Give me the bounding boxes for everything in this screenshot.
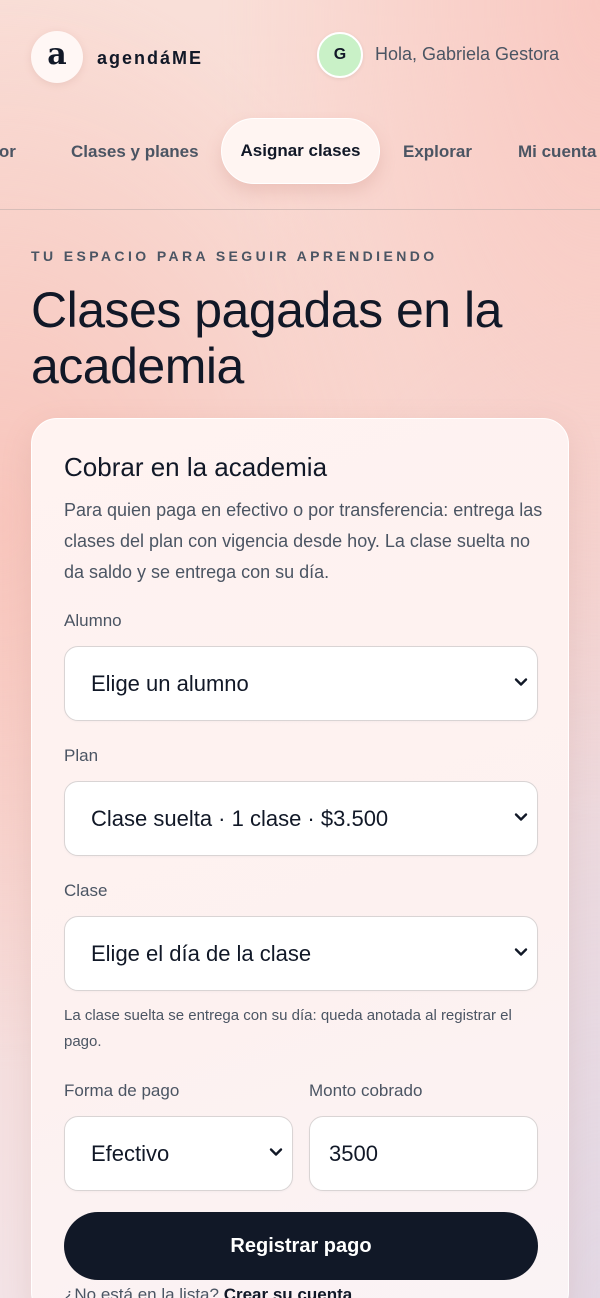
class-label: Clase — [64, 881, 108, 900]
amount-input[interactable]: 3500 — [309, 1116, 538, 1191]
brand-name[interactable]: agendáME — [97, 48, 203, 69]
class-select-value: Elige el día de la clase — [91, 940, 312, 966]
page-title: Clases pagadas en la academia — [31, 282, 502, 394]
main-nav: esor Clases y planes Asignar clases Expl… — [0, 112, 600, 210]
chevron-down-icon — [514, 813, 528, 821]
plan-select-value: Clase suelta · 1 clase · $3.500 — [91, 805, 389, 831]
page-eyebrow: TU ESPACIO PARA SEGUIR APRENDIENDO — [31, 248, 438, 264]
form-title: Cobrar en la academia — [64, 452, 328, 482]
chevron-down-icon — [269, 1148, 283, 1156]
student-label: Alumno — [64, 611, 122, 630]
avatar[interactable]: G — [317, 32, 363, 78]
payment-method-select[interactable]: Efectivo — [64, 1116, 293, 1191]
payment-form-card: Cobrar en la academia Para quien paga en… — [31, 418, 569, 1298]
chevron-down-icon — [514, 948, 528, 956]
nav-item-explorar[interactable]: Explorar — [403, 142, 472, 162]
student-select[interactable]: Elige un alumno — [64, 646, 538, 721]
payment-method-value: Efectivo — [91, 1140, 170, 1166]
create-account-note: ¿No está en la lista? Crear su cuenta — [64, 1285, 352, 1298]
brand-logo[interactable]: a — [31, 31, 83, 83]
nav-item-mi-cuenta[interactable]: Mi cuenta — [518, 142, 596, 162]
plan-select[interactable]: Clase suelta · 1 clase · $3.500 — [64, 781, 538, 856]
form-description: Para quien paga en efectivo o por transf… — [64, 500, 543, 582]
amount-input-value: 3500 — [329, 1140, 378, 1166]
brand-mark: a — [47, 37, 67, 72]
nav-item-profesor[interactable]: esor — [0, 142, 16, 162]
register-payment-button[interactable]: Registrar pago — [64, 1212, 538, 1280]
student-select-value: Elige un alumno — [91, 670, 249, 696]
nav-item-clases-y-planes[interactable]: Clases y planes — [71, 142, 199, 162]
chevron-down-icon — [514, 678, 528, 686]
amount-label: Monto cobrado — [309, 1081, 423, 1100]
user-greeting[interactable]: Hola, Gabriela Gestora — [375, 44, 559, 65]
payment-method-label: Forma de pago — [64, 1081, 180, 1100]
plan-label: Plan — [64, 746, 99, 765]
create-account-link[interactable]: Crear su cuenta — [224, 1285, 353, 1298]
class-hint: La clase suelta se entrega con su día: q… — [64, 1007, 512, 1050]
create-account-question: ¿No está en la lista? — [64, 1285, 219, 1298]
header: a agendáME G Hola, Gabriela Gestora — [0, 0, 600, 112]
nav-item-asignar-clases[interactable]: Asignar clases — [221, 118, 380, 184]
class-select[interactable]: Elige el día de la clase — [64, 916, 538, 991]
